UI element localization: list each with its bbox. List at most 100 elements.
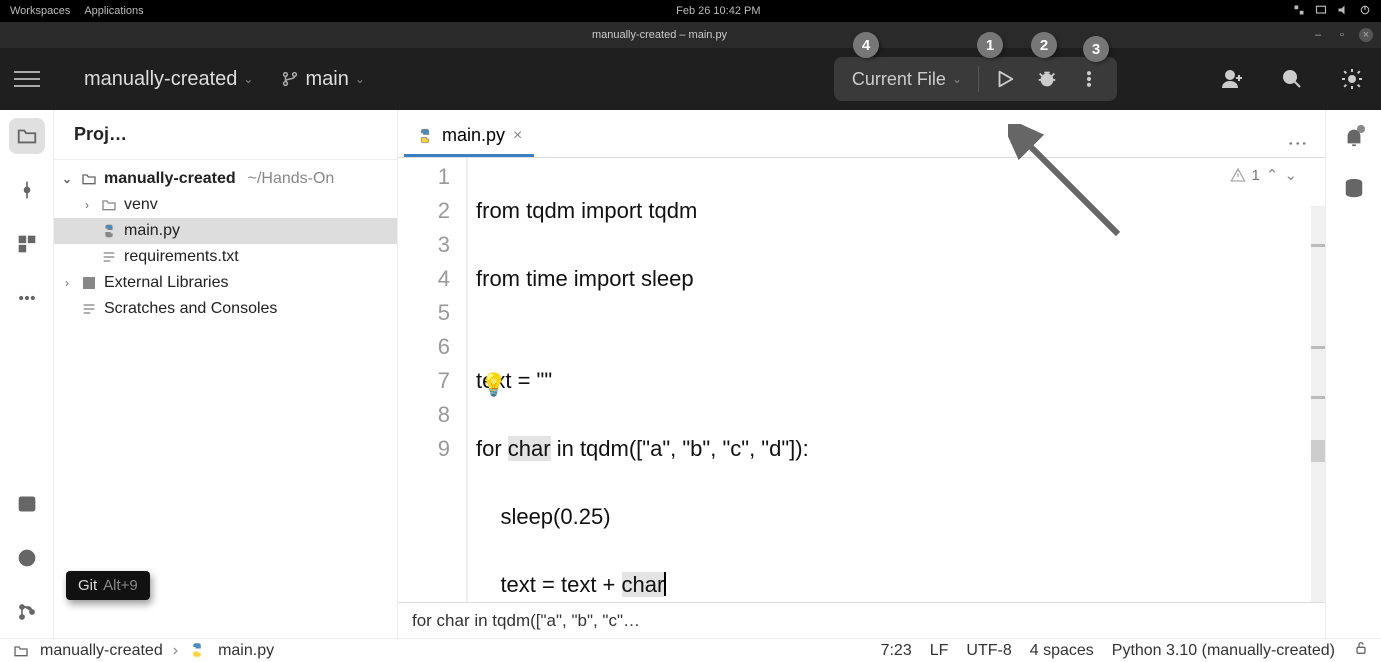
tree-item-label: requirements.txt xyxy=(124,248,239,266)
close-tab-icon[interactable]: × xyxy=(513,127,522,145)
library-icon xyxy=(80,274,98,292)
callout-1: 1 xyxy=(977,32,1003,58)
structure-icon xyxy=(17,234,37,254)
chevron-right-icon: › xyxy=(60,276,74,290)
ide-navbar: manually-created ⌄ main ⌄ Current File ⌄… xyxy=(0,48,1381,110)
sys-workspaces[interactable]: Workspaces xyxy=(10,5,70,17)
tree-root-label: manually-created xyxy=(104,170,236,188)
tree-item-label: Scratches and Consoles xyxy=(104,300,277,318)
annotation-arrow xyxy=(1008,124,1128,244)
git-icon xyxy=(17,602,37,622)
vcs-branch-selector[interactable]: main ⌄ xyxy=(281,68,364,91)
intention-bulb-icon[interactable]: 💡 xyxy=(480,368,507,402)
ellipsis-icon xyxy=(17,288,37,308)
database-icon xyxy=(1343,178,1365,200)
run-widget: Current File ⌄ xyxy=(834,57,1117,101)
tree-root-path: ~/Hands-On xyxy=(248,170,335,188)
search-everywhere-button[interactable] xyxy=(1277,64,1307,94)
problems-tool-button[interactable] xyxy=(9,540,45,576)
breadcrumb-text: for char in tqdm(["a", "b", "c"… xyxy=(412,611,640,631)
git-tool-button[interactable] xyxy=(9,594,45,630)
sys-power-icon[interactable] xyxy=(1359,4,1371,19)
window-close-icon[interactable]: × xyxy=(1359,28,1373,42)
chevron-right-icon: › xyxy=(80,198,94,212)
tree-item-label: venv xyxy=(124,196,158,214)
window-minimize-icon[interactable]: – xyxy=(1311,28,1325,42)
commit-tool-button[interactable] xyxy=(9,172,45,208)
editor-scrollbar[interactable] xyxy=(1311,206,1325,602)
structure-tool-button[interactable] xyxy=(9,226,45,262)
readonly-lock-icon[interactable] xyxy=(1353,640,1369,661)
tree-item-main-py[interactable]: main.py xyxy=(54,218,397,244)
terminal-icon xyxy=(17,494,37,514)
project-selector-label: manually-created xyxy=(84,68,237,91)
callout-4: 4 xyxy=(853,32,879,58)
editor-area: main.py × ⋮ 1 ⌃ ⌄ 123 456 789 from tqdm … xyxy=(398,110,1325,638)
window-maximize-icon[interactable]: ▫ xyxy=(1335,28,1349,42)
code-content[interactable]: from tqdm import tqdm from time import s… xyxy=(468,158,809,602)
more-tools-button[interactable] xyxy=(9,280,45,316)
sys-applications[interactable]: Applications xyxy=(84,5,143,17)
file-encoding[interactable]: UTF-8 xyxy=(966,642,1011,660)
tooltip-label: Git xyxy=(78,577,97,594)
run-button[interactable] xyxy=(985,59,1025,99)
left-tool-rail xyxy=(0,110,54,638)
notification-dot-icon xyxy=(1357,125,1365,133)
window-title: manually-created – main.py xyxy=(8,29,1311,41)
git-tooltip: Git Alt+9 xyxy=(66,571,150,600)
editor-tab-label: main.py xyxy=(442,125,505,146)
chevron-down-icon: ⌄ xyxy=(60,172,74,186)
person-plus-icon xyxy=(1220,67,1244,91)
code-editor[interactable]: 123 456 789 from tqdm import tqdm from t… xyxy=(398,158,1325,602)
editor-tab-main-py[interactable]: main.py × xyxy=(404,115,534,157)
sys-volume-icon[interactable] xyxy=(1337,4,1349,19)
project-selector[interactable]: manually-created ⌄ xyxy=(84,68,253,91)
status-bar: manually-created › main.py 7:23 LF UTF-8… xyxy=(0,638,1381,662)
editor-tabs: main.py × ⋮ xyxy=(398,110,1325,158)
chevron-down-icon: ⌄ xyxy=(355,72,365,86)
run-more-button[interactable] xyxy=(1069,59,1109,99)
indent-setting[interactable]: 4 spaces xyxy=(1030,642,1094,660)
system-top-bar: Workspaces Applications Feb 26 10:42 PM xyxy=(0,0,1381,22)
tree-item-venv[interactable]: › venv xyxy=(54,192,397,218)
database-tool-button[interactable] xyxy=(1339,174,1369,204)
debug-button[interactable] xyxy=(1027,59,1067,99)
tree-scratches[interactable]: Scratches and Consoles xyxy=(54,296,397,322)
interpreter[interactable]: Python 3.10 (manually-created) xyxy=(1112,642,1335,660)
breadcrumb-bar[interactable]: for char in tqdm(["a", "b", "c"… xyxy=(398,602,1325,638)
line-separator[interactable]: LF xyxy=(930,642,949,660)
text-file-icon xyxy=(100,248,118,266)
code-with-me-button[interactable] xyxy=(1217,64,1247,94)
gear-icon xyxy=(1340,67,1364,91)
tree-item-requirements[interactable]: requirements.txt xyxy=(54,244,397,270)
folder-icon xyxy=(12,642,30,660)
project-tool-title: Proj… xyxy=(54,110,397,160)
editor-tabs-more[interactable]: ⋮ xyxy=(1286,134,1311,156)
tooltip-shortcut: Alt+9 xyxy=(103,577,138,594)
main-menu-button[interactable] xyxy=(10,62,44,96)
python-file-icon xyxy=(100,222,118,240)
tree-external-libraries[interactable]: › External Libraries xyxy=(54,270,397,296)
run-config-selector[interactable]: Current File ⌄ xyxy=(842,69,972,90)
callout-2: 2 xyxy=(1031,32,1057,58)
project-tool-window: Proj… ⌄ manually-created ~/Hands-On › ve… xyxy=(54,110,398,638)
branch-icon xyxy=(281,70,299,88)
sys-network-icon[interactable] xyxy=(1293,4,1305,19)
play-icon xyxy=(994,68,1016,90)
sys-screen-icon[interactable] xyxy=(1315,4,1327,19)
search-icon xyxy=(1280,67,1304,91)
tree-item-label: External Libraries xyxy=(104,274,229,292)
tree-root[interactable]: ⌄ manually-created ~/Hands-On xyxy=(54,166,397,192)
caret-position[interactable]: 7:23 xyxy=(881,642,912,660)
folder-icon xyxy=(16,125,38,147)
branch-label: main xyxy=(305,68,348,91)
chevron-down-icon: ⌄ xyxy=(243,72,253,86)
chevron-down-icon: ⌄ xyxy=(952,72,962,86)
notifications-button[interactable] xyxy=(1339,122,1369,152)
status-file[interactable]: main.py xyxy=(218,642,274,660)
status-project[interactable]: manually-created xyxy=(40,642,163,660)
project-tool-button[interactable] xyxy=(9,118,45,154)
terminal-tool-button[interactable] xyxy=(9,486,45,522)
python-file-icon xyxy=(188,641,208,661)
settings-button[interactable] xyxy=(1337,64,1367,94)
